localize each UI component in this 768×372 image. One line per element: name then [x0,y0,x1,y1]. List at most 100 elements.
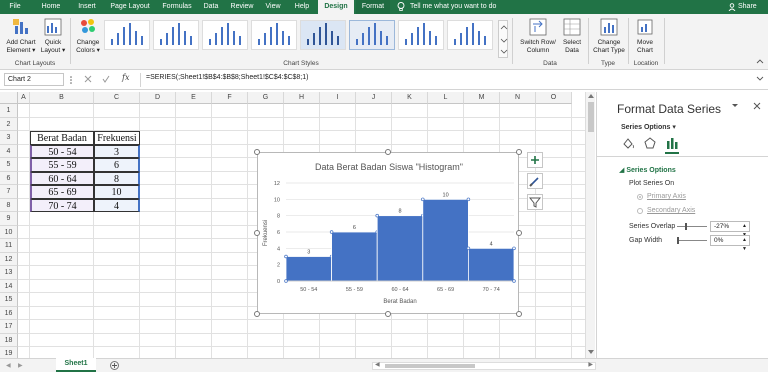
tell-me-search[interactable]: Tell me what you want to do [410,0,496,14]
row-header[interactable]: 12 [0,252,18,266]
tab-page-layout[interactable]: Page Layout [104,0,156,14]
series-overlap-slider[interactable] [677,226,707,227]
chart-style-thumbnail[interactable] [447,20,493,50]
pane-options-icon[interactable] [731,103,739,109]
column-header[interactable]: J [356,92,392,104]
secondary-axis-radio[interactable] [637,208,643,214]
chart-style-thumbnail[interactable] [104,20,150,50]
spinner-icon[interactable]: ▲▼ [742,236,747,254]
resize-handle[interactable] [254,230,260,236]
cancel-icon[interactable] [84,75,92,83]
scroll-left-icon[interactable]: ◀ [375,361,380,368]
table-cell[interactable]: 4 [94,198,140,212]
move-chart-button[interactable]: Move Chart [632,18,658,55]
row-header[interactable]: 13 [0,266,18,280]
scroll-thumb[interactable] [588,102,594,132]
row-header[interactable]: 1 [0,104,18,118]
chart-area[interactable]: Data Berat Badan Siswa "Histogram" 0 2 4 6 8 1… [257,152,519,314]
resize-handle[interactable] [254,149,260,155]
row-header[interactable]: 18 [0,333,18,347]
gallery-scroll[interactable] [498,20,508,58]
change-chart-type-button[interactable]: Change Chart Type [592,18,626,55]
tab-design[interactable]: Design [318,0,354,14]
table-cell[interactable]: 60 - 64 [30,171,94,185]
table-header-cell[interactable]: Frekuensi [94,131,140,145]
formula-input[interactable]: =SERIES(;Sheet1!$B$4:$B$8;Sheet1!$C$4:$C… [146,74,308,81]
horizontal-scrollbar[interactable]: ◀ ▶ [372,362,596,370]
column-header[interactable]: D [140,92,176,104]
enter-icon[interactable] [102,75,110,83]
row-header[interactable]: 4 [0,144,18,158]
chart-styles-button[interactable] [527,173,543,189]
chart-elements-button[interactable] [527,152,543,168]
table-cell[interactable]: 10 [94,185,140,199]
scroll-down-icon[interactable] [586,348,595,356]
scroll-right-icon[interactable]: ▶ [588,361,593,368]
expand-formula-icon[interactable] [756,76,764,82]
chart-style-thumbnail[interactable] [202,20,248,50]
chart-style-thumbnail[interactable] [349,20,395,50]
sheet-tab-sheet1[interactable]: Sheet1 [56,358,96,372]
column-header[interactable]: F [212,92,248,104]
select-data-button[interactable]: Select Data [560,18,584,55]
table-cell[interactable]: 50 - 54 [30,144,94,158]
resize-handle[interactable] [516,149,522,155]
table-cell[interactable]: 70 - 74 [30,198,94,212]
table-cell[interactable]: 6 [94,158,140,172]
prev-sheet-icon[interactable]: ◀ [6,362,11,369]
switch-row-column-button[interactable]: Switch Row/ Column [518,18,558,55]
tab-view[interactable]: View [260,0,286,14]
next-sheet-icon[interactable]: ▶ [18,362,23,369]
gap-width-thumb[interactable] [677,237,679,244]
tab-formulas[interactable]: Formulas [156,0,198,14]
row-header[interactable]: 8 [0,198,18,212]
column-header[interactable]: N [500,92,536,104]
add-sheet-button[interactable] [110,361,119,370]
change-colors-button[interactable]: Change Colors ▾ [74,18,102,55]
column-header[interactable]: L [428,92,464,104]
table-cell[interactable]: 55 - 59 [30,158,94,172]
resize-handle[interactable] [385,149,391,155]
column-header[interactable]: B [30,92,94,104]
row-header[interactable]: 7 [0,185,18,199]
tab-format[interactable]: Format [356,0,390,14]
table-cell[interactable]: 3 [94,144,140,158]
tab-help[interactable]: Help [290,0,314,14]
series-options-chart-icon[interactable] [665,136,679,150]
column-header[interactable]: M [464,92,500,104]
gap-width-slider[interactable] [677,240,707,241]
resize-handle[interactable] [254,311,260,317]
quick-layout-button[interactable]: Quick Layout ▾ [40,18,66,55]
row-header[interactable]: 11 [0,239,18,253]
table-header-cell[interactable]: Berat Badan [30,131,94,145]
column-header[interactable]: O [536,92,572,104]
vertical-scrollbar[interactable] [585,92,595,358]
row-header[interactable]: 15 [0,293,18,307]
primary-axis-radio[interactable] [637,194,643,200]
chart-filters-button[interactable] [527,194,543,210]
series-overlap-input[interactable]: -27% ▲▼ [710,221,750,238]
resize-handle[interactable] [385,311,391,317]
chart-style-thumbnail[interactable] [153,20,199,50]
resize-handle[interactable] [516,230,522,236]
chart-style-thumbnail[interactable] [251,20,297,50]
column-header[interactable]: G [248,92,284,104]
select-all-corner[interactable] [0,92,18,104]
series-options-menu[interactable]: Series Options ▾ [621,123,676,131]
row-header[interactable]: 2 [0,117,18,131]
worksheet-grid[interactable]: ABCDEFGHIJKLMNO 1 2 3 4 5 6 7 8 9 10 11 12 13 14 15 16 1… [0,92,595,358]
tab-insert[interactable]: Insert [70,0,104,14]
chart-style-thumbnail[interactable] [300,20,346,50]
series-options-section[interactable]: ◢ Series Options [619,166,676,174]
close-icon[interactable] [753,102,761,110]
gap-width-input[interactable]: 0% ▲ ▼ [710,235,750,252]
table-cell[interactable]: 8 [94,171,140,185]
table-cell[interactable]: 65 - 69 [30,185,94,199]
tab-review[interactable]: Review [226,0,258,14]
row-header[interactable]: 10 [0,225,18,239]
effects-icon[interactable] [643,136,657,150]
tab-file[interactable]: File [0,0,30,14]
column-header[interactable]: H [284,92,320,104]
share-button[interactable]: Share [738,0,757,14]
fill-line-icon[interactable] [621,136,635,150]
